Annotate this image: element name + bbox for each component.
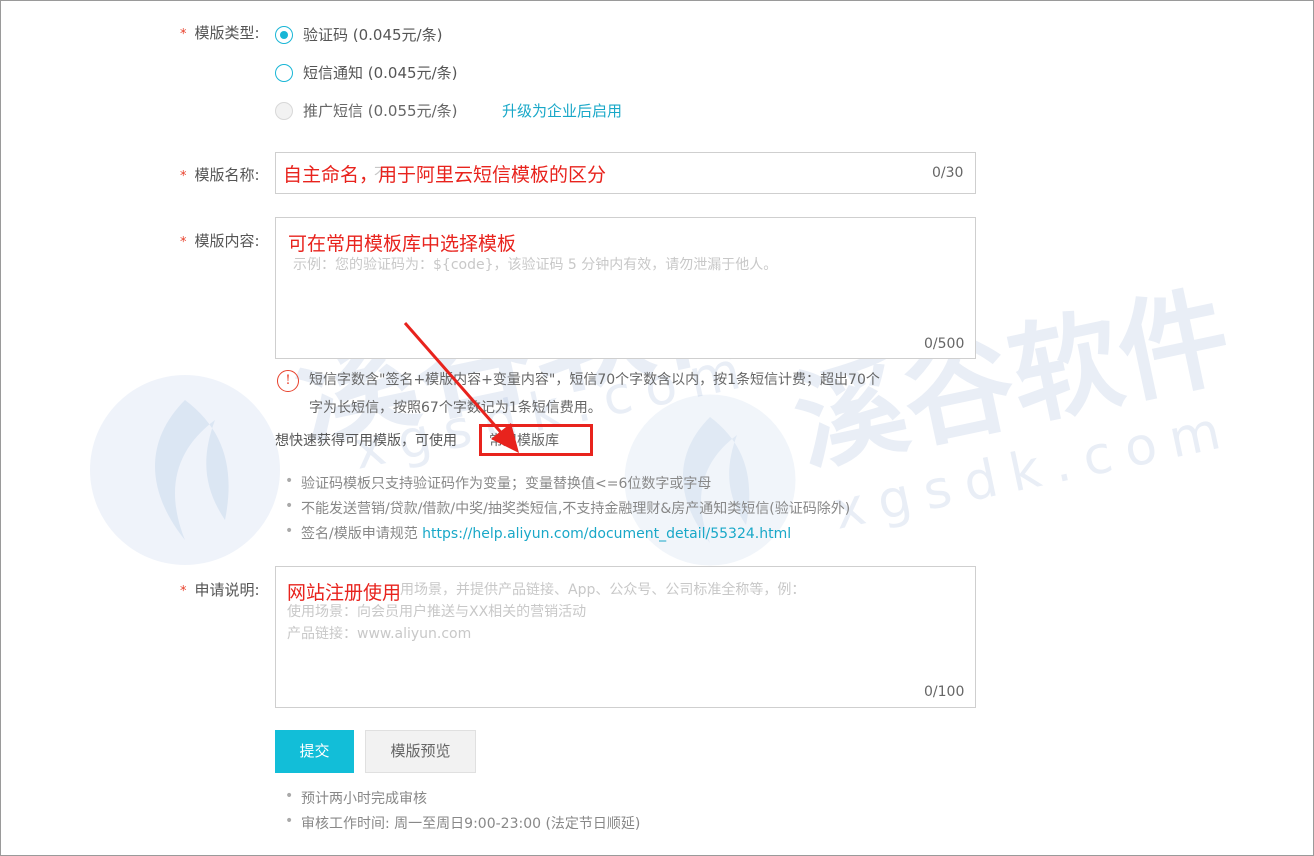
radio-promo-sms <box>275 102 293 120</box>
apply-desc-annotation: 网站注册使用 <box>287 582 402 604</box>
watermark-logo-icon <box>90 375 280 565</box>
radio-sms-notice[interactable] <box>275 64 293 82</box>
required-star: * <box>180 235 187 250</box>
template-content-annotation: 可在常用模板库中选择模板 <box>288 233 517 255</box>
template-name-label: * 模版名称: <box>180 164 260 185</box>
radio-sms-notice-label: 短信通知 (0.045元/条) <box>303 64 458 82</box>
radio-promo-sms-label: 推广短信 (0.055元/条) <box>303 102 458 120</box>
footer-note: 审核工作时间: 周一至周日9:00-23:00 (法定节日顺延) <box>285 813 640 833</box>
radio-verification-code[interactable] <box>275 26 293 44</box>
apply-desc-counter: 0/100 <box>924 684 965 700</box>
apply-desc-placeholder-line3: 产品链接：www.aliyun.com <box>287 626 472 642</box>
template-type-label: * 模版类型: <box>180 22 260 43</box>
submit-button[interactable]: 提交 <box>275 730 354 773</box>
radio-verification-code-label: 验证码 (0.045元/条) <box>303 26 443 44</box>
apply-desc-label-text: 申请说明: <box>194 581 260 599</box>
footer-note: 预计两小时完成审核 <box>285 788 427 808</box>
annotation-arrow-icon <box>403 322 519 453</box>
template-name-annotation: 自主命名，用于阿里云短信模板的区分 <box>283 164 607 186</box>
upgrade-enterprise-link[interactable]: 升级为企业后启用 <box>502 100 622 121</box>
apply-desc-placeholder-line1: 用场景，并提供产品链接、App、公众号、公司标准全称等，例： <box>400 582 806 598</box>
preview-button[interactable]: 模版预览 <box>365 730 476 773</box>
template-name-counter: 0/30 <box>932 165 964 181</box>
rule-item: 验证码模板只支持验证码作为变量；变量替换值<=6位数字或字母 <box>285 473 711 493</box>
required-star: * <box>180 584 187 599</box>
template-type-label-text: 模版类型: <box>194 24 260 42</box>
template-name-label-text: 模版名称: <box>194 166 260 184</box>
template-content-label-text: 模版内容: <box>194 232 260 250</box>
spec-prefix: 签名/模版申请规范 <box>301 526 418 542</box>
template-content-placeholder: 示例：您的验证码为：${code}，该验证码 5 分钟内有效，请勿泄漏于他人。 <box>293 257 778 273</box>
rule-item-spec: 签名/模版申请规范 https://help.aliyun.com/docume… <box>285 523 791 543</box>
template-content-label: * 模版内容: <box>180 230 260 251</box>
rule-item: 不能发送营销/贷款/借款/中奖/抽奖类短信,不支持金融理财&房产通知类短信(验证… <box>285 498 850 518</box>
required-star: * <box>180 27 187 42</box>
template-content-counter: 0/500 <box>924 336 965 352</box>
required-star: * <box>180 169 187 184</box>
apply-desc-label: * 申请说明: <box>180 579 260 600</box>
spec-url-link[interactable]: https://help.aliyun.com/document_detail/… <box>422 526 791 542</box>
warning-icon: ! <box>277 370 299 392</box>
